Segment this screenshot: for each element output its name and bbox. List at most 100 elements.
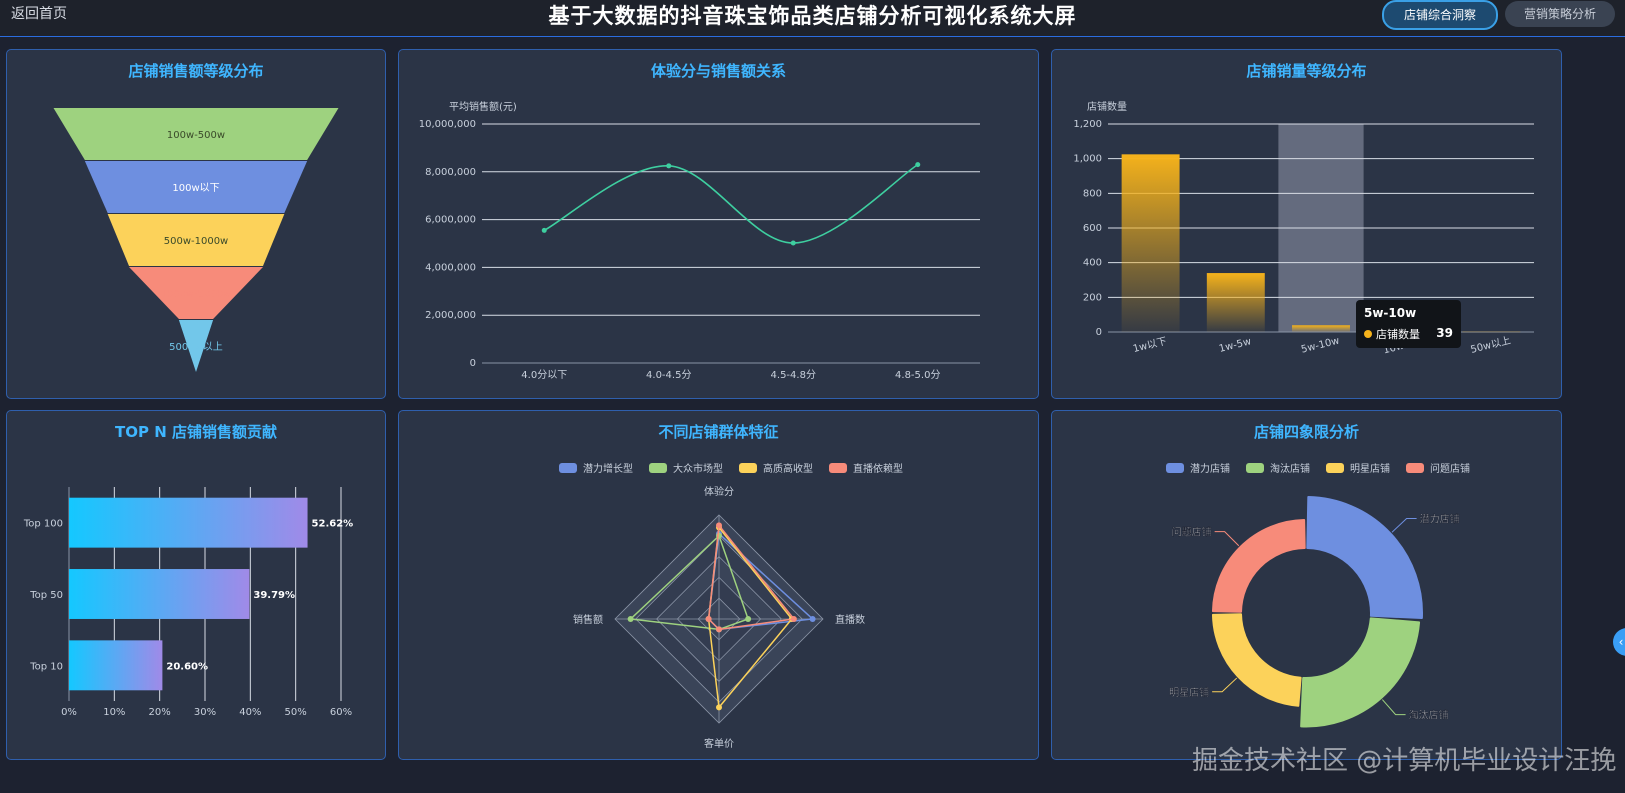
line-y-tick-label: 4,000,000 xyxy=(425,262,476,273)
hbar-mark xyxy=(69,640,163,691)
hbar-x-tick-label: 30% xyxy=(194,707,216,718)
radar-legend-swatch xyxy=(829,463,847,473)
radar-point xyxy=(809,616,816,622)
bar-y-axis-label: 店铺数量 xyxy=(1087,100,1127,113)
funnel-label: 5000w以上 xyxy=(169,341,223,353)
bar-chart: 店铺数量 0 200 400 600 800 1,000 1,200 1w以下 1w-5w 5w-… xyxy=(1073,100,1534,356)
bar-y-tick-label: 1,200 xyxy=(1073,119,1102,130)
funnel-label: 100w以下 xyxy=(172,183,219,194)
line-y-tick-label: 0 xyxy=(470,358,476,369)
radar-point xyxy=(716,522,722,529)
pie-legend-label: 淘汰店铺 xyxy=(1270,462,1310,475)
line-y-tick-label: 2,000,000 xyxy=(425,310,476,321)
bar-y-tick-label: 1,000 xyxy=(1073,154,1102,165)
line-x-tick-label: 4.0-4.5分 xyxy=(646,369,691,381)
radar-point xyxy=(790,616,797,622)
panel-volume-level-bar: 店铺销量等级分布 店铺数量 0 200 400 600 800 1,000 1,200 1w以… xyxy=(1051,49,1562,399)
panel-score-sales-line: 体验分与销售额关系 平均销售额(元) 0 2,000,000 4,000,000 6,… xyxy=(398,49,1039,399)
hbar-x-tick-label: 60% xyxy=(330,707,352,718)
pie-leader-line xyxy=(1214,531,1240,547)
radar-indicator-label: 直播数 xyxy=(835,613,865,626)
tooltip-title: 5w-10w xyxy=(1364,306,1417,320)
line-x-tick-label: 4.8-5.0分 xyxy=(895,369,940,381)
line-point xyxy=(666,163,672,169)
header-bar: 返回首页 基于大数据的抖音珠宝饰品类店铺分析可视化系统大屏 店铺综合洞察 营销策… xyxy=(0,0,1625,37)
hbar-value-label: 52.62% xyxy=(312,519,354,530)
pie-slice xyxy=(1300,617,1421,728)
radar-point xyxy=(705,616,712,622)
line-y-tick-label: 6,000,000 xyxy=(425,215,476,226)
funnel-label: 100w-500w xyxy=(167,130,225,141)
line-x-tick-label: 4.5-4.8分 xyxy=(771,369,816,381)
bar-mark xyxy=(1292,325,1350,332)
radar-point xyxy=(716,704,722,711)
line-y-tick-label: 10,000,000 xyxy=(419,119,476,130)
pie-label: 问题店铺 xyxy=(1172,526,1212,539)
pie-leader-line xyxy=(1391,518,1417,533)
line-point xyxy=(790,240,796,246)
pie-legend-label: 问题店铺 xyxy=(1430,462,1470,475)
hbar-mark xyxy=(69,569,250,619)
pie-label: 明星店铺 xyxy=(1169,686,1209,699)
radar-chart: 潜力增长型 大众市场型 高质高收型 直播依赖型 体验分直播数客单价 销售额 xyxy=(559,462,903,750)
watermark-text: 掘金技术社区 @计算机毕业设计汪挽 xyxy=(1192,746,1617,776)
radar-indicator-label: 销售额 xyxy=(573,613,603,626)
radar-legend-swatch xyxy=(559,463,577,473)
bar-y-tick-label: 0 xyxy=(1096,327,1102,338)
line-chart: 平均销售额(元) 0 2,000,000 4,000,000 6,000,000 8,0… xyxy=(419,100,980,381)
hbar-y-tick-label: Top 50 xyxy=(29,590,63,601)
bar-y-tick-label: 200 xyxy=(1083,292,1102,303)
pie-slice xyxy=(1211,613,1302,707)
pie-legend-swatch xyxy=(1326,463,1344,473)
pie-leader-line xyxy=(1381,699,1406,716)
radar-point xyxy=(627,616,634,622)
line-point xyxy=(915,162,921,168)
pie-label: 潜力店铺 xyxy=(1420,513,1460,526)
radar-point xyxy=(745,616,752,622)
tooltip-dot xyxy=(1364,330,1372,338)
radar-legend-label: 直播依赖型 xyxy=(853,462,903,475)
bar-mark xyxy=(1462,331,1521,333)
pie-legend-swatch xyxy=(1406,463,1424,473)
hbar-x-tick-label: 20% xyxy=(149,707,171,718)
panel-quadrant-pie: 店铺四象限分析 潜力店铺 淘汰店铺 明星店铺 问题店铺 潜力店铺 淘汰店铺 明星店铺 问题店… xyxy=(1051,410,1562,760)
panel-group-radar: 不同店铺群体特征 潜力增长型 大众市场型 高质高收型 直播依赖型 体验分 直播数 客单价销… xyxy=(398,410,1039,760)
funnel-label: 500w-1000w xyxy=(164,236,229,247)
pie-leader-line xyxy=(1212,677,1238,693)
line-x-tick-label: 4.0分以下 xyxy=(521,369,567,381)
bar-y-tick-label: 400 xyxy=(1083,258,1102,269)
radar-point xyxy=(716,626,722,633)
hbar-value-label: 39.79% xyxy=(253,590,295,601)
radar-legend-label: 潜力增长型 xyxy=(583,462,633,475)
bar-x-tick-label: 1w-5w xyxy=(1218,336,1252,355)
line-y-axis-label: 平均销售额(元) xyxy=(449,100,517,113)
panel-sales-level-funnel: 店铺销售额等级分布 100w-500w 100w以下 500w-1000w 1000w… xyxy=(6,49,386,399)
hbar-x-tick-label: 0% xyxy=(61,707,77,718)
line-y-tick-label: 8,000,000 xyxy=(425,167,476,178)
tab-marketing-strategy[interactable]: 营销策略分析 xyxy=(1505,1,1615,27)
pie-legend-swatch xyxy=(1166,463,1184,473)
pie-legend-label: 明星店铺 xyxy=(1350,462,1390,475)
radar-legend-label: 高质高收型 xyxy=(763,462,813,475)
tooltip-series: 店铺数量 xyxy=(1376,328,1420,341)
line-point xyxy=(541,227,547,233)
pie-legend-swatch xyxy=(1246,463,1264,473)
funnel-chart: 100w-500w 100w以下 500w-1000w 1000w-5000w 5000… xyxy=(53,108,339,372)
tooltip-value: 39 xyxy=(1436,326,1453,340)
hbar-mark xyxy=(69,497,308,548)
hbar-x-tick-label: 10% xyxy=(103,707,125,718)
radar-indicator-label: 体验分 xyxy=(704,485,734,498)
pie-legend-label: 潜力店铺 xyxy=(1190,462,1230,475)
side-collapse-handle[interactable]: ‹ xyxy=(1613,628,1625,656)
funnel-label: 1000w-5000w xyxy=(161,289,232,300)
hbar-y-tick-label: Top 100 xyxy=(23,519,63,530)
radar-indicator-label: 客单价 xyxy=(704,737,734,750)
line-series xyxy=(543,163,919,244)
bar-mark xyxy=(1206,273,1265,332)
panel-topn-contribution: TOP N 店铺销售额贡献 0% 10% 20% 30% 40% 50% 60% Top 10… xyxy=(6,410,386,760)
bar-mark xyxy=(1121,154,1180,332)
radar-legend-label: 大众市场型 xyxy=(673,462,723,475)
pie-slice xyxy=(1306,496,1423,619)
bar-y-tick-label: 600 xyxy=(1083,223,1102,234)
tab-store-insight[interactable]: 店铺综合洞察 xyxy=(1382,0,1498,30)
